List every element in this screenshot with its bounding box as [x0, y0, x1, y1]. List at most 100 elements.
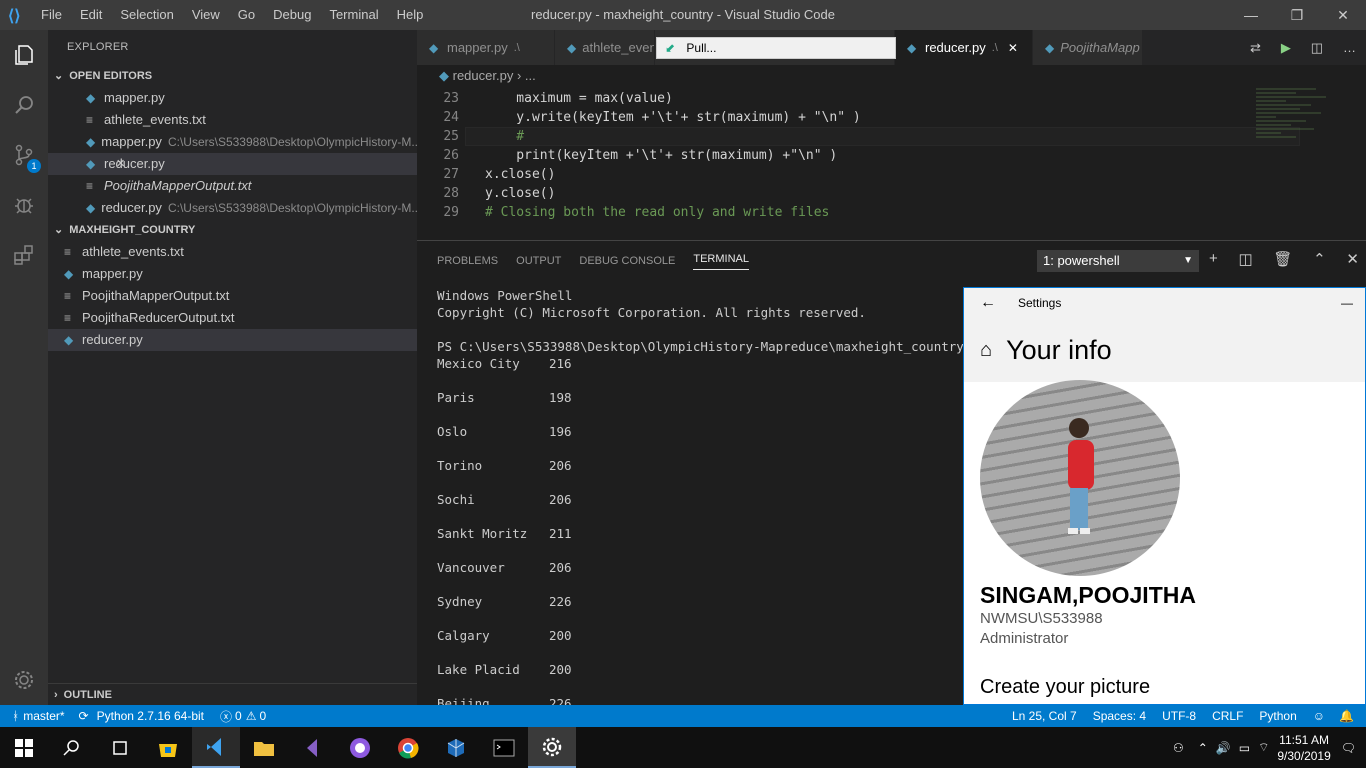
volume-icon[interactable]: 🔊: [1216, 741, 1231, 755]
file-item[interactable]: ◆ reducer.py: [48, 329, 417, 351]
chevron-up-icon[interactable]: ⌃: [1198, 741, 1208, 755]
open-editor-item[interactable]: ✕ ◆ reducer.py: [48, 153, 417, 175]
search-icon[interactable]: [0, 80, 48, 130]
panel-tab-terminal[interactable]: TERMINAL: [693, 253, 749, 270]
tab-mapper-py[interactable]: ◆ mapper.py .\: [417, 30, 555, 65]
visual-studio-icon[interactable]: [288, 727, 336, 768]
code-line[interactable]: y.write(keyItem +'\t'+ str(maximum) + "\…: [485, 110, 860, 125]
run-icon[interactable]: ▶: [1281, 40, 1291, 56]
explorer-icon[interactable]: [0, 30, 48, 80]
people-icon[interactable]: ⚇: [1173, 741, 1184, 755]
menu-item-file[interactable]: File: [32, 0, 71, 30]
open-editor-item[interactable]: ≡ athlete_events.txt: [48, 109, 417, 131]
close-icon[interactable]: ✕: [116, 153, 125, 175]
encoding[interactable]: UTF-8: [1162, 709, 1196, 723]
menu-item-view[interactable]: View: [183, 0, 229, 30]
open-editor-item[interactable]: ◆ reducer.py C:\Users\S533988\Desktop\Olym…: [48, 197, 417, 219]
file-path: C:\Users\S533988\Desktop\OlympicHistory-…: [167, 201, 417, 215]
home-icon[interactable]: ⌂: [980, 339, 992, 362]
minimize-icon[interactable]: —: [1341, 296, 1353, 310]
back-arrow-icon[interactable]: ←: [980, 294, 996, 312]
source-control-icon[interactable]: 1: [0, 130, 48, 180]
manage-gear-icon[interactable]: [0, 655, 48, 705]
breadcrumb-rest[interactable]: ...: [525, 68, 536, 83]
new-terminal-icon[interactable]: +: [1209, 250, 1218, 268]
more-actions-icon[interactable]: …: [1343, 40, 1356, 55]
indentation[interactable]: Spaces: 4: [1093, 709, 1146, 723]
menu-item-go[interactable]: Go: [229, 0, 264, 30]
tab-athlete_even[interactable]: ◆ athlete_even: [555, 30, 655, 65]
clock[interactable]: 11:51 AM 9/30/2019: [1277, 732, 1330, 764]
code-line[interactable]: y.close(): [485, 186, 555, 201]
minimize-icon[interactable]: —: [1228, 0, 1274, 30]
open-editor-item[interactable]: ◆ mapper.py C:\Users\S533988\Desktop\Olymp…: [48, 131, 417, 153]
sync-icon[interactable]: ⟳: [79, 709, 89, 723]
kill-terminal-icon[interactable]: 🗑: [1273, 250, 1292, 268]
breadcrumb-file[interactable]: reducer.py: [453, 68, 514, 83]
code-editor[interactable]: 23 maximum = max(value) 24 y.write(keyIte…: [417, 87, 1366, 240]
file-explorer-icon[interactable]: [240, 727, 288, 768]
notifications-icon[interactable]: 🗨: [1341, 741, 1356, 755]
tab-reducer-py[interactable]: ◆ reducer.py .\ ✕: [895, 30, 1033, 65]
error-count[interactable]: 0: [235, 709, 242, 723]
split-terminal-icon[interactable]: ◫: [1238, 250, 1252, 268]
code-line[interactable]: print(keyItem +'\t'+ str(maximum) +"\n" …: [485, 148, 837, 163]
open-editor-item[interactable]: ◆ mapper.py: [48, 87, 417, 109]
minimap[interactable]: [1252, 87, 1352, 147]
pull-popup[interactable]: ⬋ Pull...: [656, 37, 896, 59]
line-ending[interactable]: CRLF: [1212, 709, 1243, 723]
branch-status[interactable]: master*: [23, 709, 64, 723]
extensions-icon[interactable]: [0, 230, 48, 280]
split-editor-icon[interactable]: ◫: [1311, 40, 1323, 56]
bell-icon[interactable]: 🔔: [1339, 709, 1354, 723]
compare-icon[interactable]: ⇄: [1250, 40, 1261, 56]
terminal-output[interactable]: Windows PowerShell Copyright (C) Microsof…: [437, 287, 1001, 729]
terminal-select[interactable]: 1: powershell ▼: [1037, 250, 1199, 272]
chrome-icon[interactable]: [384, 727, 432, 768]
folder-header[interactable]: ⌄ MAXHEIGHT_COUNTRY: [48, 219, 417, 241]
menu-item-edit[interactable]: Edit: [71, 0, 111, 30]
github-desktop-icon[interactable]: [336, 727, 384, 768]
windows-start-icon[interactable]: [0, 727, 48, 768]
terminal-taskbar-icon[interactable]: [480, 727, 528, 768]
language-mode[interactable]: Python: [1259, 709, 1296, 723]
task-view-icon[interactable]: [96, 727, 144, 768]
file-item[interactable]: ≡ athlete_events.txt: [48, 241, 417, 263]
warning-count[interactable]: 0: [260, 709, 267, 723]
tab-poojithamapp[interactable]: ◆ PoojithaMapp: [1033, 30, 1143, 65]
code-line[interactable]: maximum = max(value): [485, 91, 673, 106]
panel-tab-problems[interactable]: PROBLEMS: [437, 255, 498, 267]
close-icon[interactable]: ✕: [1320, 0, 1366, 30]
open-editor-item[interactable]: ≡ PoojithaMapperOutput.txt: [48, 175, 417, 197]
store-icon[interactable]: [144, 727, 192, 768]
settings-taskbar-icon[interactable]: [528, 727, 576, 768]
max-height-value: 196: [549, 424, 572, 439]
close-panel-icon[interactable]: ✕: [1346, 250, 1359, 268]
restore-icon[interactable]: ❐: [1274, 0, 1320, 30]
code-line[interactable]: #: [485, 129, 524, 144]
file-item[interactable]: ≡ PoojithaMapperOutput.txt: [48, 285, 417, 307]
menu-item-selection[interactable]: Selection: [111, 0, 182, 30]
python-interpreter[interactable]: Python 2.7.16 64-bit: [97, 709, 204, 723]
network-icon[interactable]: ⌔: [1258, 740, 1269, 755]
maximize-panel-icon[interactable]: ⌃: [1313, 250, 1326, 268]
search-icon[interactable]: [48, 727, 96, 768]
file-item[interactable]: ◆ mapper.py: [48, 263, 417, 285]
cursor-position[interactable]: Ln 25, Col 7: [1012, 709, 1077, 723]
vscode-taskbar-icon[interactable]: [192, 727, 240, 768]
menu-item-help[interactable]: Help: [388, 0, 433, 30]
panel-tab-output[interactable]: OUTPUT: [516, 255, 561, 267]
code-line[interactable]: # Closing both the read only and write f…: [485, 205, 829, 220]
panel-tab-debug-console[interactable]: DEBUG CONSOLE: [579, 255, 675, 267]
open-editors-header[interactable]: ⌄ OPEN EDITORS: [48, 65, 417, 87]
menu-item-debug[interactable]: Debug: [264, 0, 320, 30]
debug-icon[interactable]: [0, 180, 48, 230]
outline-header[interactable]: › OUTLINE: [48, 683, 417, 705]
virtualbox-icon[interactable]: [432, 727, 480, 768]
feedback-icon[interactable]: ☺: [1313, 709, 1325, 723]
file-item[interactable]: ≡ PoojithaReducerOutput.txt: [48, 307, 417, 329]
close-tab-icon[interactable]: ✕: [1008, 41, 1018, 55]
menu-item-terminal[interactable]: Terminal: [320, 0, 387, 30]
code-line[interactable]: x.close(): [485, 167, 555, 182]
battery-icon[interactable]: ▭: [1239, 741, 1250, 755]
